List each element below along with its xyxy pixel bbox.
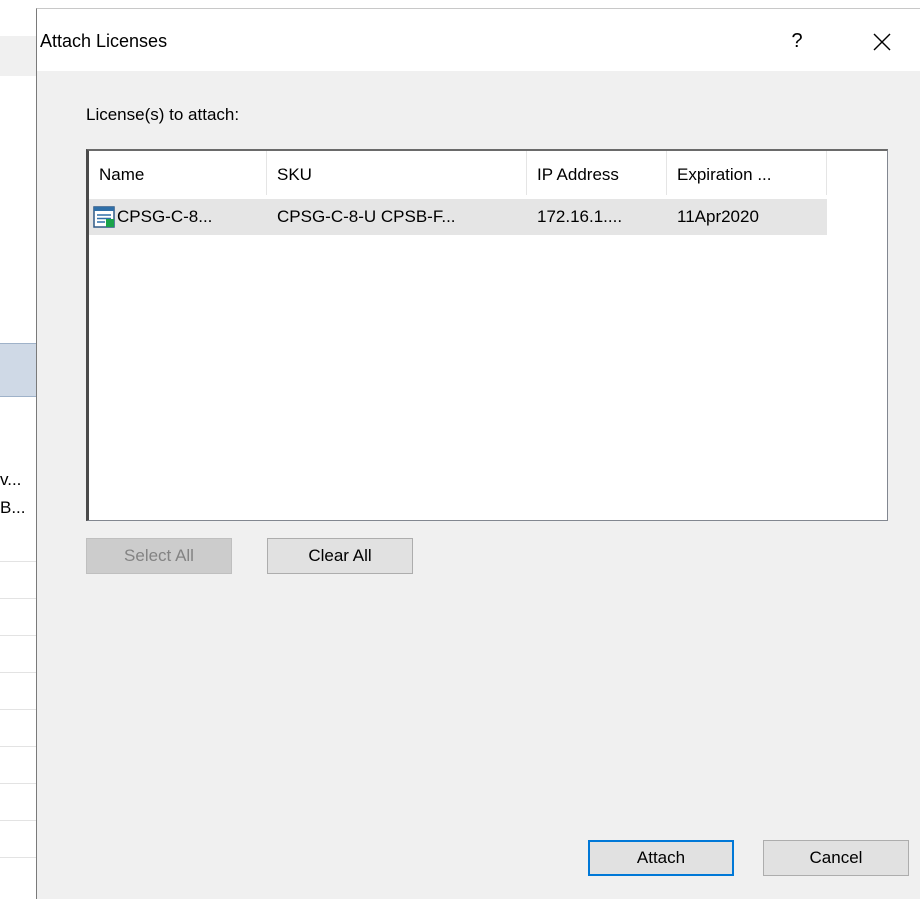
column-header-expiration[interactable]: Expiration ... [667, 151, 827, 195]
list-header-row: Name SKU IP Address Expiration ... [89, 151, 827, 195]
background-grid-line [0, 561, 40, 562]
background-toolbar-strip [0, 36, 40, 76]
cell-ip-address: 172.16.1.... [537, 207, 623, 226]
background-grid-line [0, 672, 40, 673]
cancel-button[interactable]: Cancel [763, 840, 909, 876]
attach-button[interactable]: Attach [588, 840, 734, 876]
background-window: v... B... [0, 0, 40, 899]
cell-name: CPSG-C-8... [89, 199, 267, 235]
background-selected-tab[interactable] [0, 343, 40, 397]
select-all-button[interactable]: Select All [86, 538, 232, 574]
license-icon [93, 206, 115, 228]
license-name: CPSG-C-8... [117, 207, 213, 226]
clear-all-button[interactable]: Clear All [267, 538, 413, 574]
close-button[interactable] [859, 23, 905, 59]
cell-expiration: 11Apr2020 [677, 207, 759, 226]
background-grid-line [0, 635, 40, 636]
dialog-title-bar[interactable]: Attach Licenses ? [37, 9, 920, 71]
column-header-name[interactable]: Name [89, 151, 267, 195]
licenses-list-label: License(s) to attach: [86, 105, 240, 124]
attach-licenses-dialog: Attach Licenses ? License(s) to attach: … [36, 8, 920, 899]
background-grid-line [0, 820, 40, 821]
dialog-title: Attach Licenses [40, 31, 168, 51]
close-icon [873, 33, 891, 51]
column-header-sku[interactable]: SKU [267, 151, 527, 195]
background-grid-line [0, 598, 40, 599]
background-grid-line [0, 709, 40, 710]
cell-sku: CPSG-C-8-U CPSB-F... [277, 207, 456, 226]
background-grid-line [0, 746, 40, 747]
background-row-text: v... [0, 470, 22, 489]
table-row[interactable]: CPSG-C-8... CPSG-C-8-U CPSB-F... 172.16.… [89, 199, 827, 235]
background-row-text: B... [0, 498, 26, 517]
background-grid-line [0, 857, 40, 858]
licenses-list-view[interactable]: Name SKU IP Address Expiration ... CPSG-… [86, 149, 888, 521]
help-button[interactable]: ? [777, 23, 817, 59]
background-grid-line [0, 783, 40, 784]
column-header-ip-address[interactable]: IP Address [527, 151, 667, 195]
